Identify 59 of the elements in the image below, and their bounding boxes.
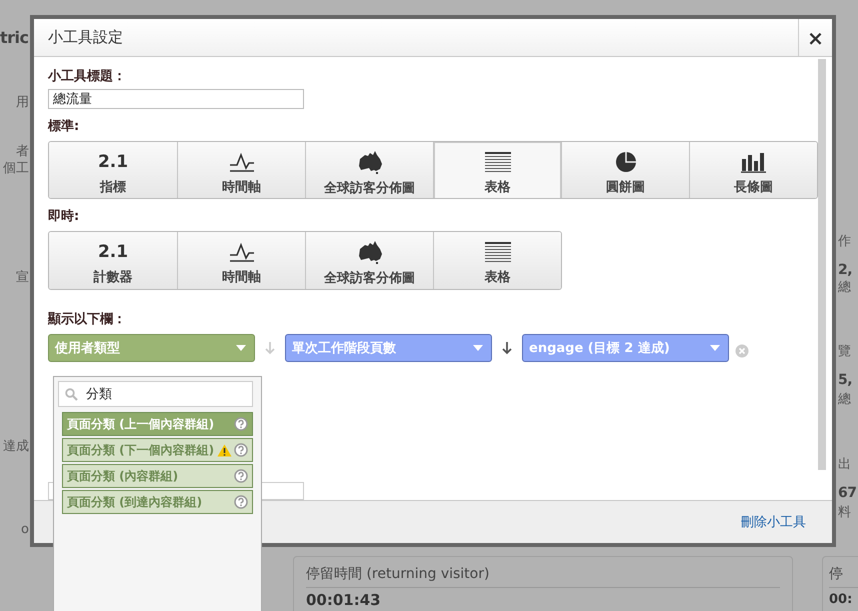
chart-type-button[interactable]: 長條圖 [689, 142, 817, 198]
dialog-title: 小工具設定 [47, 28, 123, 47]
page-text: 宣 [16, 269, 29, 287]
chart-type-button[interactable]: 圓餅圖 [561, 142, 689, 198]
line-chart-icon [228, 150, 256, 173]
page-text: 料 [838, 504, 851, 522]
close-button[interactable]: × [798, 19, 832, 56]
bar-chart-icon [740, 150, 768, 173]
section-label: 即時: [48, 209, 80, 226]
remove-icon[interactable] [735, 344, 749, 358]
table-icon [484, 150, 512, 173]
line-chart-icon [228, 240, 256, 263]
pie-chart-icon [614, 150, 636, 173]
help-icon[interactable] [234, 469, 248, 483]
card-value: 00: [829, 587, 858, 609]
page-text: 者 [16, 143, 29, 161]
chart-type-button[interactable]: 2.1 計數器 [49, 232, 177, 289]
card-title: 停留時間 (returning visitor) [306, 565, 490, 583]
chart-type-button[interactable]: 表格 [433, 232, 561, 289]
page-text: 覽 [838, 343, 851, 361]
page-text: 2, [838, 261, 852, 280]
caret-icon [236, 344, 246, 351]
arrow-down-icon [502, 340, 512, 355]
caret-icon [710, 344, 720, 351]
chart-type-button[interactable]: 時間軸 [177, 232, 305, 289]
table-icon [484, 240, 512, 263]
australia-icon [356, 150, 382, 174]
section-label: 標準: [48, 119, 80, 136]
help-icon[interactable] [234, 495, 248, 509]
field-label: 小工具標題： [48, 69, 126, 85]
help-icon[interactable] [234, 443, 248, 457]
page-text: 67 [838, 484, 856, 503]
chart-type-button[interactable]: 表格 [433, 142, 561, 198]
page-text: 達成 [3, 438, 29, 456]
card-value: 00:01:43 [306, 587, 780, 609]
page-text: o [21, 521, 29, 539]
help-icon[interactable] [234, 417, 248, 431]
page-text: tric [0, 28, 29, 48]
caret-icon [473, 344, 483, 351]
page-text: 出 [838, 456, 851, 474]
page-text: 用 [16, 94, 29, 112]
scrollbar[interactable] [818, 59, 826, 470]
delete-widget-link[interactable]: 刪除小工具 [741, 513, 806, 531]
page-text: 個工 [3, 160, 29, 178]
search-icon [65, 388, 78, 400]
page-text: 總 [838, 391, 851, 409]
input-field[interactable]: 總流量 [48, 89, 304, 110]
page-text: 總 [838, 279, 851, 297]
search-field[interactable]: 分類 [58, 381, 253, 407]
page-text: 作 [838, 233, 851, 251]
australia-icon [356, 240, 382, 264]
chart-type-button[interactable]: 2.1 指標 [49, 142, 177, 198]
chart-type-button[interactable]: 時間軸 [177, 142, 305, 198]
card-title: 停 [829, 565, 844, 583]
page-text: 5, [838, 371, 852, 390]
chart-type-button[interactable]: 全球訪客分佈圖 [305, 232, 433, 289]
section-label: 顯示以下欄： [48, 312, 126, 328]
arrow-down-icon [265, 340, 275, 355]
chart-type-button[interactable]: 全球訪客分佈圖 [305, 142, 433, 198]
